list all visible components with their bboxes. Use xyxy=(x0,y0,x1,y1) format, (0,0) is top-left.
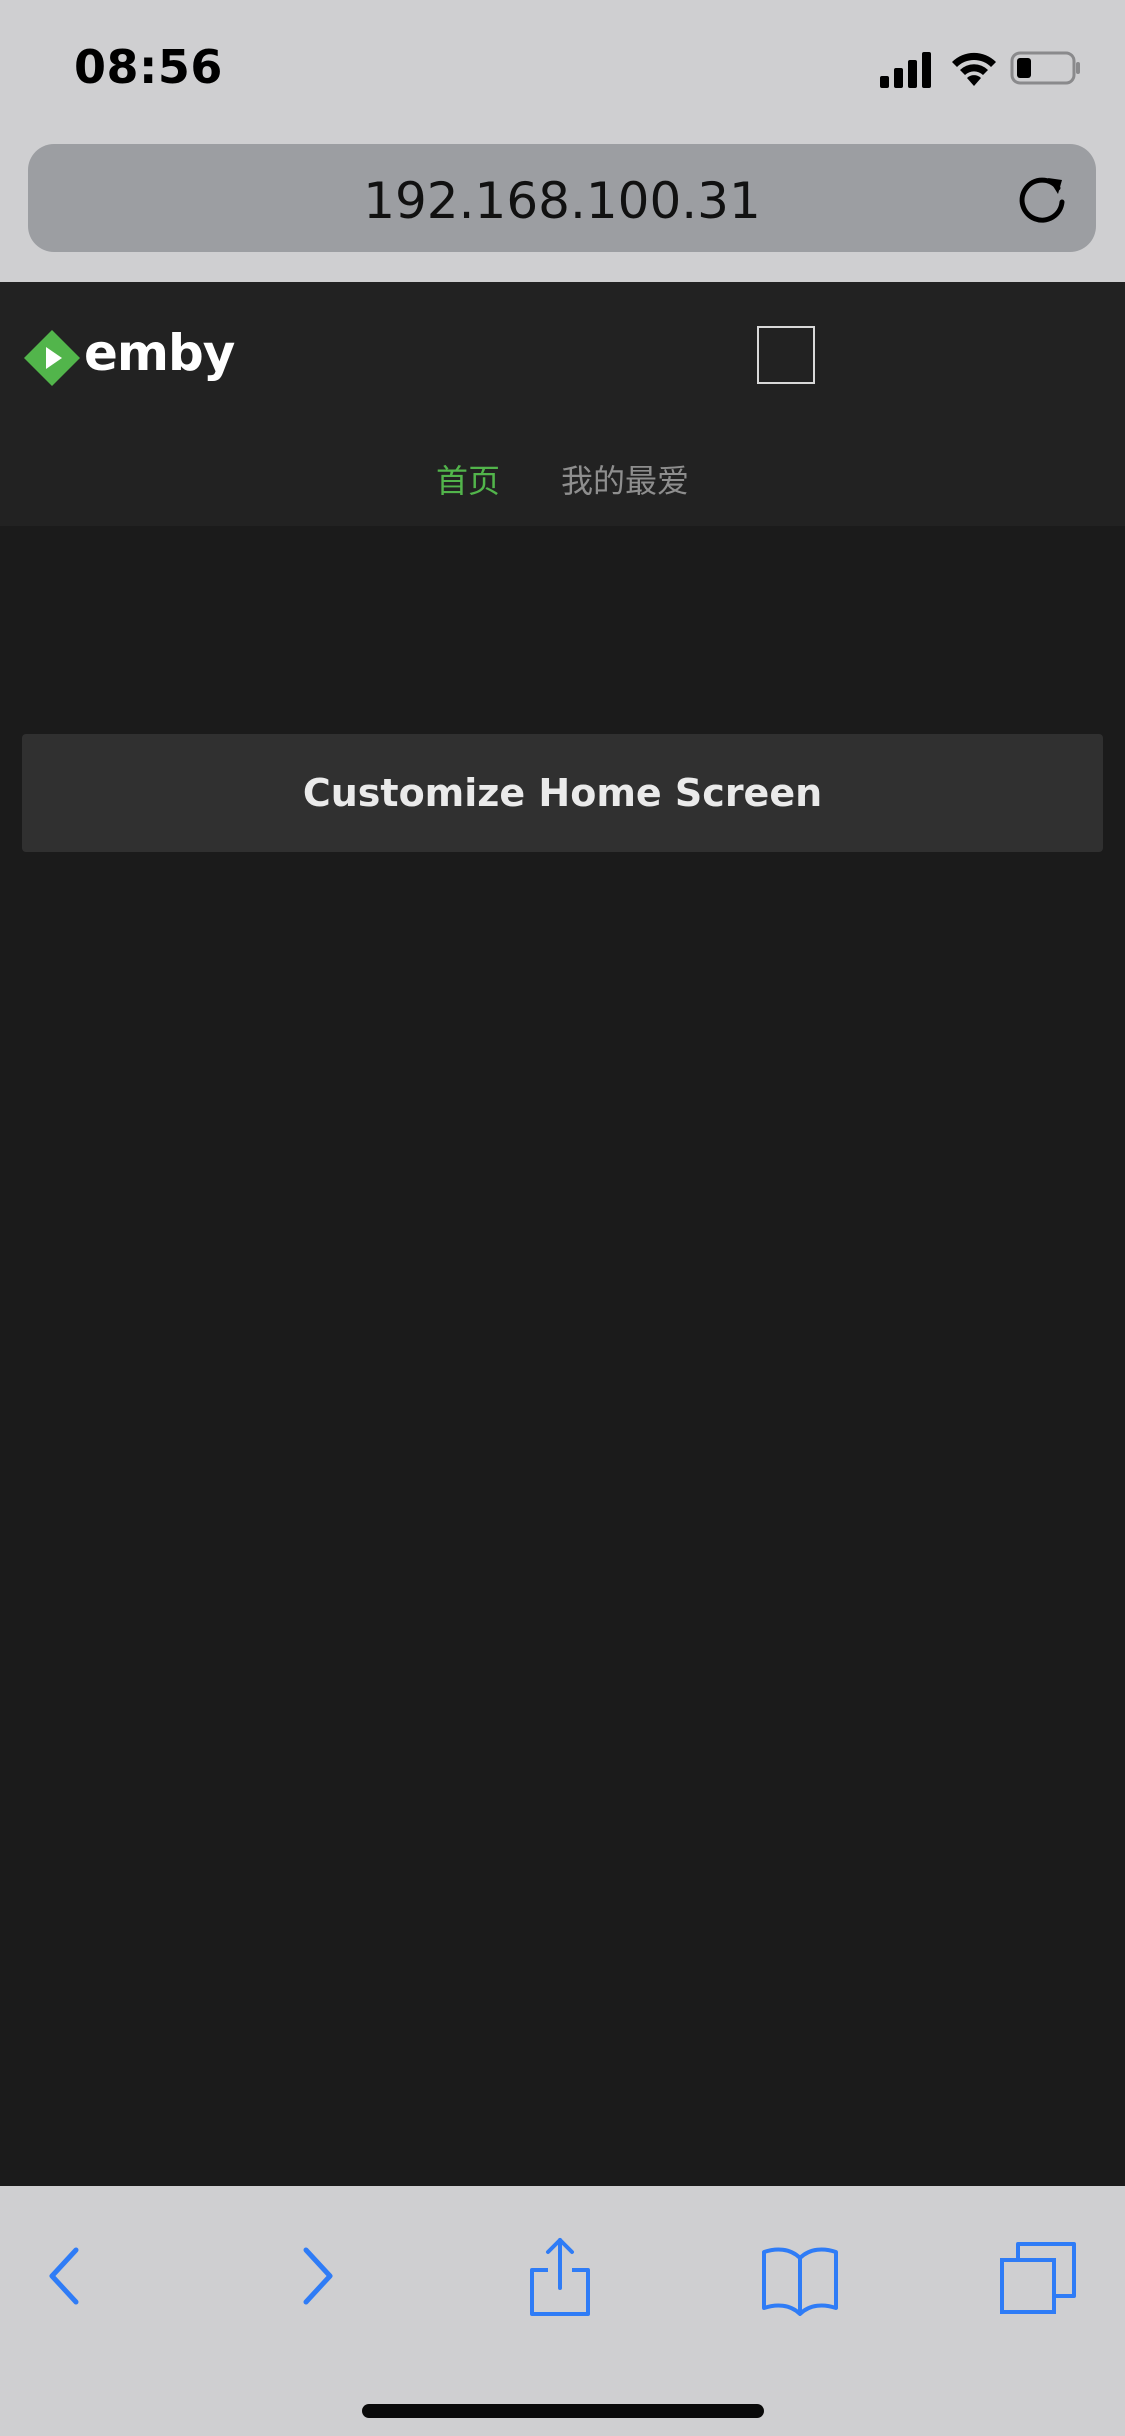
app-header: emby 首页 我的最爱 xyxy=(0,282,1125,526)
emby-wordmark[interactable]: emby xyxy=(84,324,235,382)
url-text[interactable]: 192.168.100.31 xyxy=(28,172,1096,230)
main-content: Customize Home Screen xyxy=(0,526,1125,2186)
status-bar: 08:56 xyxy=(0,0,1125,140)
share-icon[interactable] xyxy=(520,2236,600,2316)
tab-favorites[interactable]: 我的最爱 xyxy=(561,450,689,502)
tab-home[interactable]: 首页 xyxy=(436,450,500,502)
customize-home-screen-button[interactable]: Customize Home Screen xyxy=(22,734,1103,852)
wifi-icon xyxy=(952,52,996,86)
back-icon[interactable] xyxy=(26,2236,106,2316)
battery-icon xyxy=(1010,51,1080,85)
browser-toolbar xyxy=(0,2186,1125,2436)
emby-logo-icon[interactable] xyxy=(22,328,82,388)
home-indicator[interactable] xyxy=(362,2404,764,2418)
status-time: 08:56 xyxy=(74,40,223,94)
reload-icon[interactable] xyxy=(1012,168,1072,228)
url-bar[interactable]: 192.168.100.31 xyxy=(28,144,1096,252)
tabs-icon[interactable] xyxy=(998,2236,1078,2316)
forward-icon[interactable] xyxy=(276,2236,356,2316)
signal-icon xyxy=(880,52,931,88)
cast-icon[interactable] xyxy=(757,326,815,384)
nav-tabs: 首页 我的最爱 xyxy=(0,450,1125,510)
bookmarks-icon[interactable] xyxy=(760,2236,840,2316)
